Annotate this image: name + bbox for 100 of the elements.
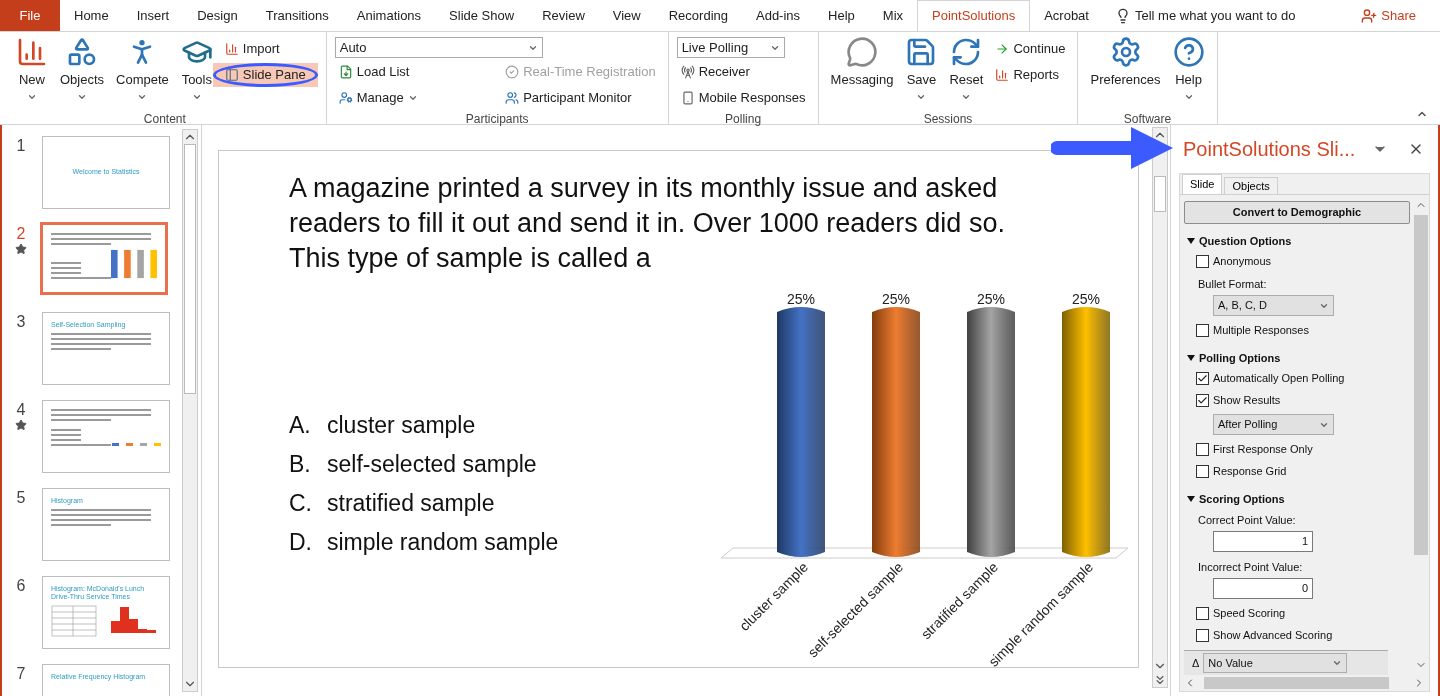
slide-number: 4 <box>16 401 26 419</box>
scroll-thumb[interactable] <box>184 144 196 394</box>
section-title: Scoring Options <box>1199 491 1285 507</box>
ribbon-tab[interactable]: Slide Show <box>435 0 529 31</box>
scrollbar[interactable] <box>1152 127 1168 688</box>
data-label: 25% <box>1072 291 1100 307</box>
scroll-thumb[interactable] <box>1414 215 1428 555</box>
ribbon-button[interactable]: Preferences <box>1086 32 1165 110</box>
checkbox-label: Response Grid <box>1213 463 1287 479</box>
ribbon-tab[interactable]: Design <box>183 0 252 31</box>
ribbon-button[interactable]: Slide Pane <box>212 63 318 87</box>
data-label: 25% <box>787 291 815 307</box>
expand-triangle-icon[interactable] <box>1187 496 1195 503</box>
check-icon <box>1197 394 1208 406</box>
ribbon-button[interactable]: Load List <box>334 60 494 84</box>
expand-triangle-icon[interactable] <box>1187 355 1195 362</box>
checkbox[interactable] <box>1196 393 1209 407</box>
slide-number: 2 <box>16 225 26 243</box>
ribbon-tab[interactable]: Help <box>814 0 869 31</box>
ribbon-tab[interactable]: Animations <box>342 0 436 31</box>
file-tab[interactable]: File <box>0 0 60 31</box>
ribbon-button[interactable]: Messaging <box>826 32 898 110</box>
ribbon-tab[interactable]: View <box>598 0 655 31</box>
speech-bubble-icon <box>846 36 878 68</box>
pane-tab[interactable]: Objects <box>1224 177 1278 194</box>
pane-tab[interactable]: Slide <box>1182 174 1223 194</box>
convert-button[interactable]: Convert to Demographic <box>1184 201 1410 225</box>
checkbox-label: Show Results <box>1213 392 1281 408</box>
dropdown-field[interactable]: No Value <box>1203 653 1348 674</box>
ribbon-tab[interactable]: Review <box>528 0 599 31</box>
ribbon-button[interactable]: Continue <box>991 37 1070 61</box>
checkbox-label: Speed Scoring <box>1213 605 1286 621</box>
scrollbar[interactable] <box>182 129 198 692</box>
check-circle-icon <box>505 65 520 79</box>
ribbon-tab[interactable]: Acrobat <box>1030 0 1103 31</box>
slide-thumbnail[interactable] <box>40 222 168 295</box>
share-button[interactable]: Share <box>1361 0 1416 31</box>
check-icon <box>1197 372 1208 384</box>
group-label: Software <box>1122 111 1173 128</box>
ribbon-button[interactable]: Mobile Responses <box>676 86 810 110</box>
group-label: Sessions <box>922 111 974 128</box>
group-label: Content <box>142 111 187 128</box>
group-label: Participants <box>464 111 530 128</box>
ribbon-button[interactable]: New <box>12 32 52 110</box>
ribbon-button[interactable]: Manage <box>334 86 494 110</box>
answer-text: self-selected sample <box>327 449 537 479</box>
answer-letter: B. <box>289 449 312 479</box>
number-input-field[interactable]: 1 <box>1213 531 1313 553</box>
group-label: Polling <box>724 111 763 128</box>
dropdown-field[interactable]: Live Polling <box>676 37 785 58</box>
checkbox[interactable] <box>1196 628 1209 642</box>
mini-bar-chart-drawing <box>112 443 161 446</box>
checkbox[interactable] <box>1196 464 1209 478</box>
ribbon-button[interactable]: Import <box>220 37 318 61</box>
ribbon-button[interactable]: Compete <box>112 32 173 110</box>
answer-text: simple random sample <box>327 527 559 557</box>
field-label: Bullet Format: <box>1198 276 1267 292</box>
expand-triangle-icon[interactable] <box>1187 238 1195 245</box>
phone-icon <box>680 91 695 105</box>
dropdown-field[interactable]: Auto <box>334 37 543 58</box>
text-lines-drawing <box>51 429 111 446</box>
checkbox[interactable] <box>1196 606 1209 620</box>
checkbox[interactable] <box>1196 442 1209 456</box>
slide-number: 6 <box>16 577 26 595</box>
checkbox[interactable] <box>1196 254 1209 268</box>
data-label: 25% <box>882 291 910 307</box>
field-label: Incorrect Point Value: <box>1198 559 1303 575</box>
question-text: A magazine printed a survey in its monthly issue and asked readers to fill it out and send it in. Over 1000 readers did so. This type of sample is called a <box>289 172 1006 275</box>
ribbon-tab[interactable]: Transitions <box>251 0 343 31</box>
scroll-thumb[interactable] <box>1154 176 1166 212</box>
number-input-field[interactable]: 0 <box>1213 578 1313 600</box>
ribbon-button[interactable]: Reset <box>945 32 988 110</box>
ribbon-button[interactable]: Save <box>901 32 942 110</box>
ribbon-button[interactable]: Reports <box>991 63 1070 87</box>
next-slide-icon[interactable] <box>1153 673 1167 687</box>
text-lines-drawing <box>51 262 111 279</box>
slide-thumbnail[interactable] <box>42 400 170 473</box>
ribbon-button[interactable]: Objects <box>56 32 109 110</box>
scroll-thumb[interactable] <box>1204 677 1389 689</box>
ribbon-button[interactable]: Help <box>1168 32 1209 110</box>
ribbon-button[interactable]: Receiver <box>676 60 810 84</box>
data-label: 25% <box>977 291 1005 307</box>
ribbon-tab[interactable]: Recording <box>654 0 742 31</box>
dropdown-field[interactable]: After Polling <box>1213 414 1334 436</box>
checkbox-label: Automatically Open Polling <box>1213 370 1345 386</box>
dropdown-field[interactable]: A, B, C, D <box>1213 295 1334 317</box>
slide-number: 1 <box>16 137 26 155</box>
checkbox-label: Show Advanced Scoring <box>1213 627 1333 643</box>
checkbox[interactable] <box>1196 323 1209 337</box>
ribbon-tab[interactable]: Home <box>60 0 123 31</box>
ribbon-button[interactable]: Participant Monitor <box>501 86 660 110</box>
answer-letter: A. <box>289 410 312 440</box>
ribbon-tab[interactable]: Add-ins <box>742 0 815 31</box>
checkbox[interactable] <box>1196 371 1209 385</box>
ribbon-tab[interactable]: Insert <box>122 0 184 31</box>
ribbon-tab[interactable]: PointSolutions <box>917 0 1031 31</box>
ribbon-tab[interactable]: Mix <box>868 0 918 31</box>
checkbox-label: Multiple Responses <box>1213 322 1309 338</box>
scrollbar[interactable] <box>1413 195 1429 675</box>
tell-me-search[interactable]: Tell me what you want to do <box>1134 5 1296 26</box>
